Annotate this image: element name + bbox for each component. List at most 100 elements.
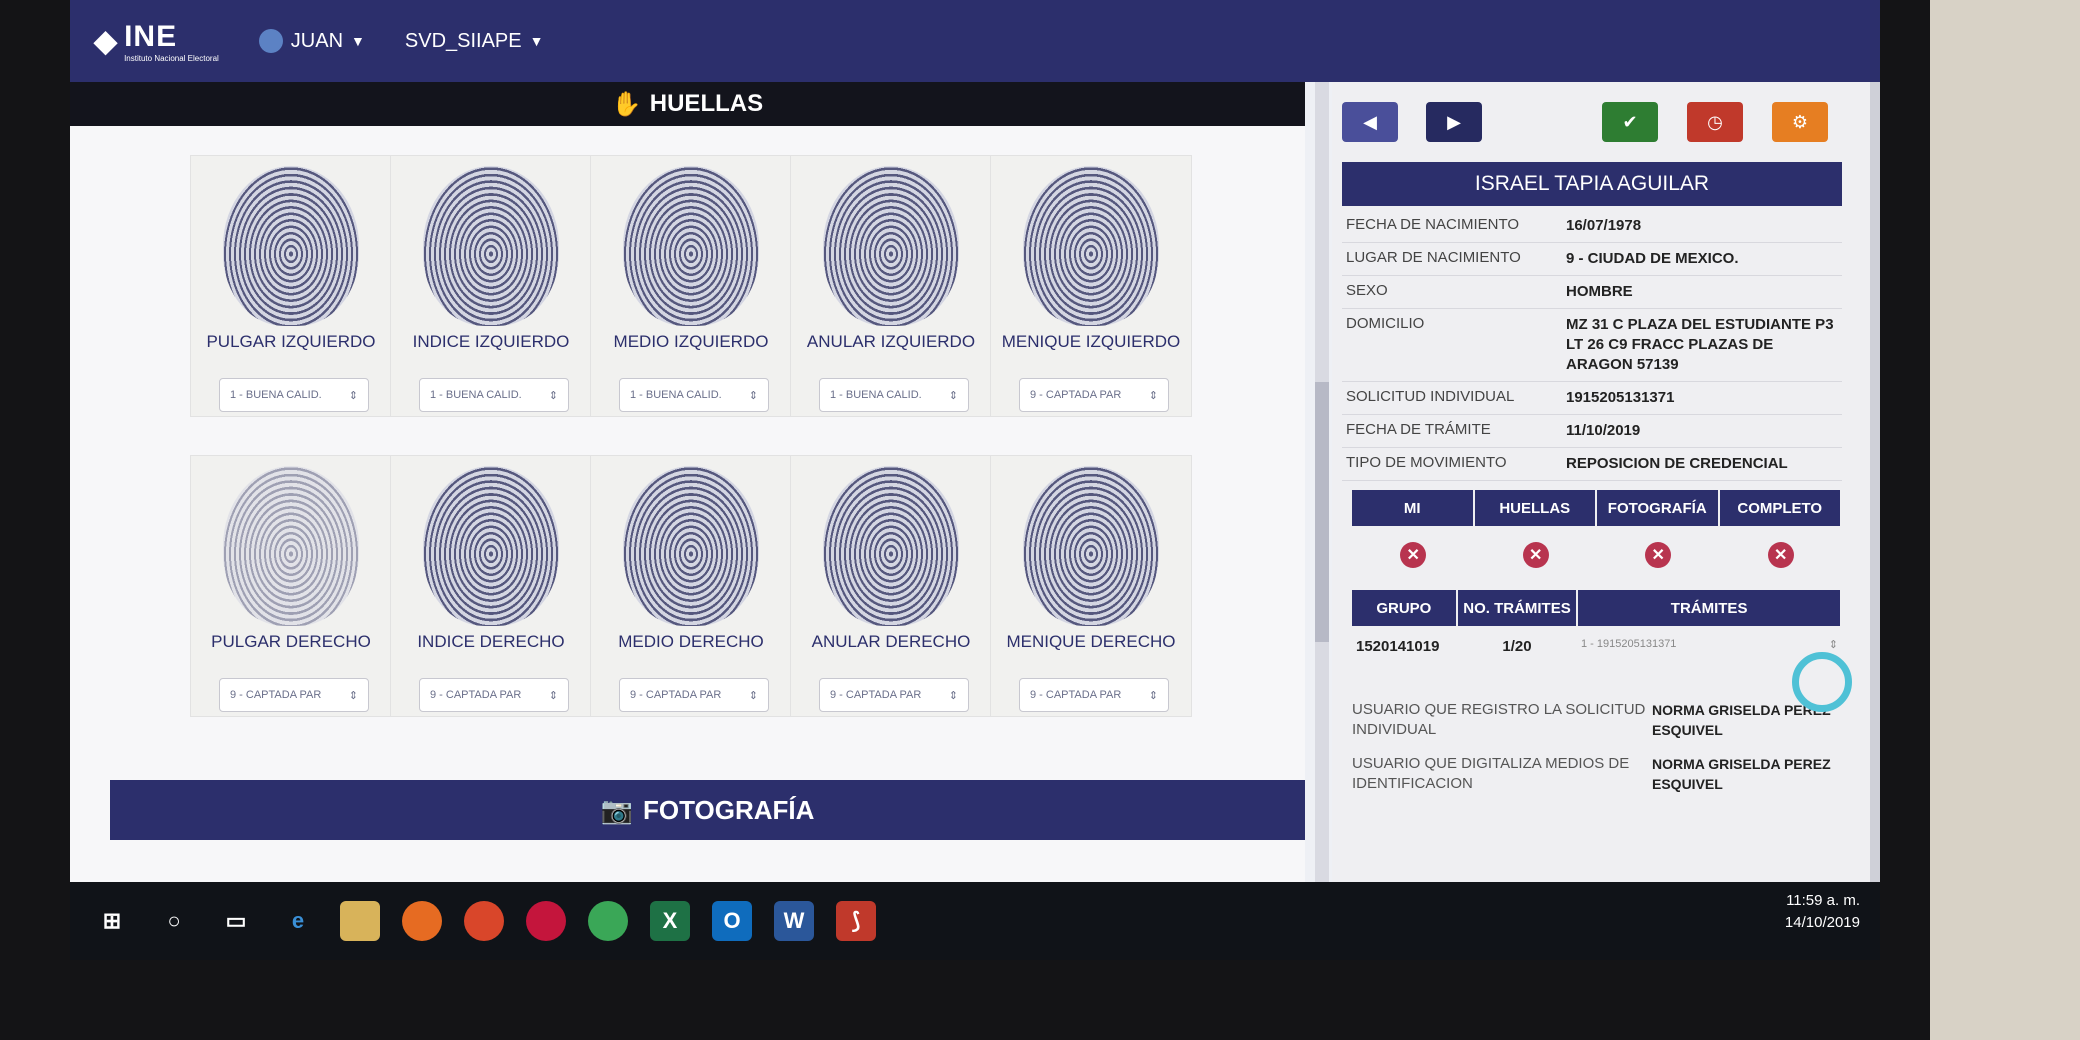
tray-date: 14/10/2019 bbox=[1784, 914, 1860, 931]
file-explorer-icon[interactable] bbox=[340, 901, 380, 941]
select-arrows-icon: ⇕ bbox=[348, 689, 358, 702]
finger-label: PULGAR IZQUIERDO bbox=[206, 332, 376, 351]
quality-select[interactable]: 9 - CAPTADA PAR ⇕ bbox=[1019, 378, 1169, 412]
finger-label: MEDIO DERECHO bbox=[618, 632, 764, 651]
finger-card: ANULAR DERECHO 9 - CAPTADA PAR ⇕ bbox=[790, 455, 992, 717]
fingerprint-image bbox=[823, 166, 959, 326]
firefox-icon[interactable] bbox=[402, 901, 442, 941]
user-menu[interactable]: JUAN ▼ bbox=[258, 29, 365, 53]
quality-select[interactable]: 9 - CAPTADA PAR ⇕ bbox=[1019, 678, 1169, 712]
fingerprint-image bbox=[1023, 466, 1159, 626]
info-key: TIPO DE MOVIMIENTO bbox=[1346, 454, 1507, 471]
info-value: HOMBRE bbox=[1566, 283, 1633, 300]
quality-value: 1 - BUENA CALID. bbox=[430, 389, 522, 401]
pdf-icon[interactable]: ⟆ bbox=[836, 901, 876, 941]
windows-taskbar: ⊞ ○ ▭ e X O W ⟆ 11:59 a. m. 14/10/2019 bbox=[70, 882, 1880, 960]
finger-label: INDICE DERECHO bbox=[417, 632, 565, 651]
status-col-mi: MI bbox=[1352, 490, 1475, 526]
quality-select[interactable]: 1 - BUENA CALID. ⇕ bbox=[619, 378, 769, 412]
info-key: FECHA DE NACIMIENTO bbox=[1346, 216, 1520, 233]
quality-select[interactable]: 1 - BUENA CALID. ⇕ bbox=[419, 378, 569, 412]
tray-time: 11:59 a. m. bbox=[1786, 892, 1860, 909]
chrome-icon[interactable] bbox=[588, 901, 628, 941]
finger-card: MENIQUE DERECHO 9 - CAPTADA PAR ⇕ bbox=[990, 455, 1192, 717]
outlook-icon[interactable]: O bbox=[712, 901, 752, 941]
gear-icon: ⚙ bbox=[1791, 111, 1809, 132]
system-menu-label: SVD_SIIAPE bbox=[404, 29, 522, 52]
usuarios-info: USUARIO QUE REGISTRO LA SOLICITUD INDIVI… bbox=[1352, 700, 1842, 808]
settings-button[interactable]: ⚙ bbox=[1772, 102, 1828, 142]
info-key: FECHA DE TRÁMITE bbox=[1346, 421, 1491, 438]
prev-button[interactable]: ◀ bbox=[1342, 102, 1398, 142]
opera-icon[interactable] bbox=[526, 901, 566, 941]
info-row: SEXO HOMBRE bbox=[1342, 276, 1842, 309]
grupo-col: GRUPO bbox=[1352, 590, 1458, 626]
search-icon[interactable]: ○ bbox=[154, 901, 194, 941]
quality-select[interactable]: 1 - BUENA CALID. ⇕ bbox=[219, 378, 369, 412]
person-name: ISRAEL TAPIA AGUILAR bbox=[1342, 162, 1842, 206]
fingerprint-image bbox=[423, 166, 559, 326]
approve-button[interactable]: ✔ bbox=[1602, 102, 1658, 142]
arrow-right-icon: ▶ bbox=[1447, 111, 1461, 132]
quality-value: 9 - CAPTADA PAR bbox=[1030, 689, 1122, 701]
task-view-icon[interactable]: ▭ bbox=[216, 901, 256, 941]
no-tramites-value: 1/20 bbox=[1502, 638, 1532, 655]
hand-icon: ✋ bbox=[611, 90, 642, 118]
clock-icon: ◷ bbox=[1707, 111, 1723, 132]
edge-icon[interactable]: e bbox=[278, 901, 318, 941]
ine-logo[interactable]: ◆ INE Instituto Nacional Electoral bbox=[94, 20, 219, 63]
status-col-fotografia: FOTOGRAFÍA bbox=[1597, 490, 1720, 526]
quality-select[interactable]: 9 - CAPTADA PAR ⇕ bbox=[819, 678, 969, 712]
finger-card: MEDIO IZQUIERDO 1 - BUENA CALID. ⇕ bbox=[590, 155, 792, 417]
left-scrollbar[interactable] bbox=[1315, 82, 1329, 882]
status-row: ✕ ✕ ✕ ✕ bbox=[1352, 530, 1842, 580]
person-info-table: FECHA DE NACIMIENTO 16/07/1978 LUGAR DE N… bbox=[1342, 210, 1842, 481]
history-button[interactable]: ◷ bbox=[1687, 102, 1743, 142]
select-arrows-icon: ⇕ bbox=[548, 689, 558, 702]
right-scrollbar[interactable] bbox=[1870, 82, 1880, 882]
error-x-icon[interactable]: ✕ bbox=[1400, 542, 1427, 568]
quality-value: 9 - CAPTADA PAR bbox=[1030, 389, 1122, 401]
logo-text: INE bbox=[124, 19, 178, 53]
firefox-alt-icon[interactable] bbox=[464, 901, 504, 941]
finger-card: PULGAR IZQUIERDO 1 - BUENA CALID. ⇕ bbox=[190, 155, 392, 417]
system-tray[interactable]: 11:59 a. m. 14/10/2019 bbox=[1785, 890, 1860, 934]
finger-card: INDICE DERECHO 9 - CAPTADA PAR ⇕ bbox=[390, 455, 592, 717]
select-arrows-icon: ⇕ bbox=[1148, 389, 1158, 402]
select-arrows-icon: ⇕ bbox=[748, 689, 758, 702]
windows-start-icon[interactable]: ⊞ bbox=[92, 901, 132, 941]
word-icon[interactable]: W bbox=[774, 901, 814, 941]
check-icon: ✔ bbox=[1622, 111, 1638, 132]
loading-spinner-icon bbox=[1792, 652, 1852, 712]
logo-mark-icon: ◆ bbox=[94, 24, 119, 58]
quality-select[interactable]: 9 - CAPTADA PAR ⇕ bbox=[219, 678, 369, 712]
error-x-icon[interactable]: ✕ bbox=[1522, 542, 1549, 568]
finger-label: MENIQUE DERECHO bbox=[1006, 632, 1176, 651]
scrollbar-thumb[interactable] bbox=[1315, 382, 1329, 642]
quality-value: 1 - BUENA CALID. bbox=[830, 389, 922, 401]
info-key: DOMICILIO bbox=[1346, 315, 1425, 332]
error-x-icon[interactable]: ✕ bbox=[1767, 542, 1794, 568]
next-button[interactable]: ▶ bbox=[1426, 102, 1482, 142]
fingerprint-image bbox=[623, 466, 759, 626]
quality-value: 9 - CAPTADA PAR bbox=[630, 689, 722, 701]
status-col-completo: COMPLETO bbox=[1719, 490, 1842, 526]
finger-label: PULGAR DERECHO bbox=[211, 632, 371, 651]
usuario-row: USUARIO QUE DIGITALIZA MEDIOS DE IDENTIF… bbox=[1352, 754, 1842, 794]
quality-select[interactable]: 1 - BUENA CALID. ⇕ bbox=[819, 378, 969, 412]
excel-icon[interactable]: X bbox=[650, 901, 690, 941]
select-arrows-icon: ⇕ bbox=[1148, 689, 1158, 702]
status-header: MI HUELLAS FOTOGRAFÍA COMPLETO bbox=[1352, 490, 1842, 526]
quality-select[interactable]: 9 - CAPTADA PAR ⇕ bbox=[619, 678, 769, 712]
status-col-huellas: HUELLAS bbox=[1474, 490, 1597, 526]
system-menu[interactable]: SVD_SIIAPE ▼ bbox=[405, 30, 544, 53]
error-x-icon[interactable]: ✕ bbox=[1645, 542, 1672, 568]
finger-label: ANULAR IZQUIERDO bbox=[806, 332, 976, 351]
no-tramites-col: NO. TRÁMITES bbox=[1457, 590, 1579, 626]
finger-card: INDICE IZQUIERDO 1 - BUENA CALID. ⇕ bbox=[390, 155, 592, 417]
usuario-key: USUARIO QUE DIGITALIZA MEDIOS DE IDENTIF… bbox=[1352, 755, 1630, 792]
fotografia-header[interactable]: 📷 FOTOGRAFÍA bbox=[110, 780, 1305, 840]
top-navbar: ◆ INE Instituto Nacional Electoral JUAN … bbox=[70, 0, 1880, 82]
info-value: 11/10/2019 bbox=[1566, 422, 1641, 439]
quality-select[interactable]: 9 - CAPTADA PAR ⇕ bbox=[419, 678, 569, 712]
